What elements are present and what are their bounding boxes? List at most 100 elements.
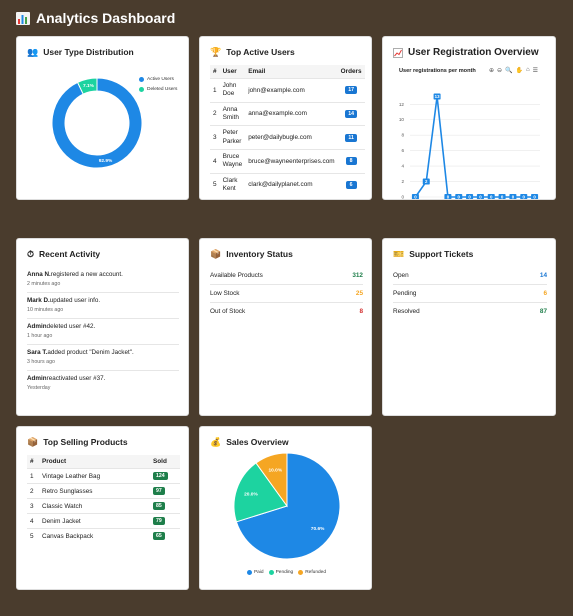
col-email: Email: [245, 65, 338, 79]
legend-label-active: Active Users: [147, 77, 174, 82]
activity-line: Admindeleted user #42.: [27, 323, 179, 330]
legend-label-paid: Paid: [253, 570, 264, 575]
activity-action: updated user info.: [49, 297, 101, 304]
activity-user: Mark D.: [27, 297, 50, 304]
trophy-icon: 🏆: [210, 46, 222, 57]
orders-badge: 8: [345, 157, 357, 166]
inventory-value: 8: [359, 308, 363, 315]
orders-cell: 14: [337, 101, 365, 126]
col-sold: Sold: [150, 455, 180, 469]
activity-time: Yesterday: [27, 385, 51, 391]
col-rank: #: [27, 455, 39, 469]
rank-cell: 2: [27, 483, 39, 499]
y-tick-label: 2: [401, 179, 404, 184]
table-row[interactable]: 1 Vintage Leather Bag 124: [27, 468, 180, 484]
slice-label: 7.1%: [83, 83, 95, 89]
table-header-row: # User Email Orders: [210, 65, 365, 79]
activity-action: reactivated user #37.: [46, 375, 106, 382]
tickets-title: 🎫 Support Tickets: [393, 249, 473, 259]
table-row[interactable]: 2 Retro Sunglasses 97: [27, 483, 180, 499]
sold-cell: 79: [150, 513, 180, 529]
box-icon: 📦: [210, 248, 222, 259]
col-product: Product: [39, 455, 150, 469]
ticket-label: Open: [393, 272, 409, 279]
inventory-title: 📦 Inventory Status: [210, 249, 293, 259]
box-icon: 📦: [27, 436, 39, 447]
product-cell: Retro Sunglasses: [39, 483, 150, 499]
bar-chart-icon: [16, 11, 30, 25]
table-row[interactable]: 1 John Doe john@example.com 17: [210, 78, 365, 103]
clock-icon: ⏱: [27, 248, 35, 259]
recent-activity-title-text: Recent Activity: [39, 249, 101, 259]
inventory-list: Available Products 312 Low Stock 25 Out of S…: [210, 267, 363, 320]
activity-user: Sara T.: [27, 349, 48, 356]
activity-time: 1 hour ago: [27, 333, 53, 339]
rank-cell: 4: [27, 513, 39, 529]
rank-cell: 3: [210, 125, 220, 150]
y-tick-label: 12: [399, 102, 405, 107]
table-row[interactable]: 3 Peter Parker peter@dailybugle.com 11: [210, 125, 365, 150]
series-line: [414, 96, 535, 198]
recent-activity-card: ⏱ Recent Activity Anna N.registered a ne…: [16, 238, 189, 416]
table-row[interactable]: 5 Canvas Backpack 65: [27, 528, 180, 543]
legend-swatch: [246, 570, 252, 575]
top-users-title-text: Top Active Users: [226, 47, 295, 57]
user-type-title-text: User Type Distribution: [43, 47, 134, 57]
email-cell: peter@dailybugle.com: [245, 125, 338, 150]
legend-item-pending[interactable]: Pending: [268, 570, 294, 575]
tickets-card: 🎫 Support Tickets Open 14 Pending 6 Resolved…: [382, 238, 556, 416]
legend-swatch: [139, 87, 144, 92]
table-row[interactable]: 4 Bruce Wayne bruce@wayneenterprises.com 8: [210, 148, 365, 174]
y-tick-label: 10: [399, 117, 405, 122]
rank-cell: 1: [210, 78, 220, 103]
activity-user: Anna N.: [27, 271, 51, 278]
product-cell: Classic Watch: [39, 498, 150, 514]
table-row[interactable]: 5 Clark Kent clark@dailyplanet.com 6: [210, 172, 365, 197]
orders-cell: 11: [337, 125, 365, 150]
sold-badge: 97: [153, 487, 165, 495]
user-cell: Bruce Wayne: [219, 148, 246, 174]
slice-label: 20.0%: [244, 492, 258, 498]
orders-badge: 14: [345, 109, 357, 118]
inventory-value: 312: [352, 272, 363, 279]
inventory-value: 25: [355, 290, 363, 297]
activity-time: 2 minutes ago: [27, 281, 61, 287]
top-products-title: 📦 Top Selling Products: [27, 437, 128, 447]
user-cell: Clark Kent: [219, 172, 246, 197]
col-user: User: [219, 65, 246, 79]
y-tick-label: 6: [401, 148, 404, 153]
users-icon: 👥: [27, 46, 39, 57]
dashboard-title: Analytics Dashboard: [16, 10, 175, 26]
sold-badge: 124: [153, 472, 168, 480]
activity-action: deleted user #42.: [46, 323, 96, 330]
legend-item-refunded[interactable]: Refunded: [298, 570, 326, 575]
slice-label: 10.0%: [269, 468, 283, 474]
user-cell: Peter Parker: [219, 125, 246, 150]
table-row[interactable]: 4 Denim Jacket 79: [27, 513, 180, 529]
table-row[interactable]: 3 Classic Watch 85: [27, 498, 180, 514]
inventory-label: Low Stock: [210, 290, 240, 297]
activity-item: Anna N.registered a new account. 2 minute…: [27, 267, 179, 293]
rank-cell: 4: [210, 148, 220, 174]
top-users-card: 🏆 Top Active Users # User Email Orders 1…: [199, 36, 372, 200]
user-type-card: 👥 User Type Distribution 92.9% 7.1% Activ…: [16, 36, 189, 200]
legend-item-active[interactable]: Active Users: [139, 77, 177, 82]
legend-item-deleted[interactable]: Deleted Users: [139, 87, 177, 92]
sales-pie-chart: 70.6% 20.0% 10.0%: [233, 453, 341, 560]
activity-item: Mark D.updated user info. 10 minutes ago: [27, 293, 179, 319]
table-row[interactable]: 2 Anna Smith anna@example.com 14: [210, 101, 365, 126]
ticket-label: Pending: [393, 290, 417, 297]
activity-item: Sara T.added product "Denim Jacket". 3 ho…: [27, 345, 179, 371]
orders-cell: 8: [337, 148, 365, 174]
legend-swatch: [298, 570, 304, 575]
rank-cell: 2: [210, 101, 220, 126]
money-bag-icon: 💰: [210, 436, 222, 447]
activity-line: Adminreactivated user #37.: [27, 375, 179, 382]
registration-title-text: User Registration Overview: [408, 47, 539, 58]
email-cell: bruce@wayneenterprises.com: [245, 148, 338, 174]
rank-cell: 3: [27, 498, 39, 514]
sold-badge: 65: [153, 532, 165, 540]
rank-cell: 5: [210, 172, 220, 197]
legend-item-paid[interactable]: Paid: [246, 570, 264, 575]
legend-label-pending: Pending: [275, 570, 294, 575]
